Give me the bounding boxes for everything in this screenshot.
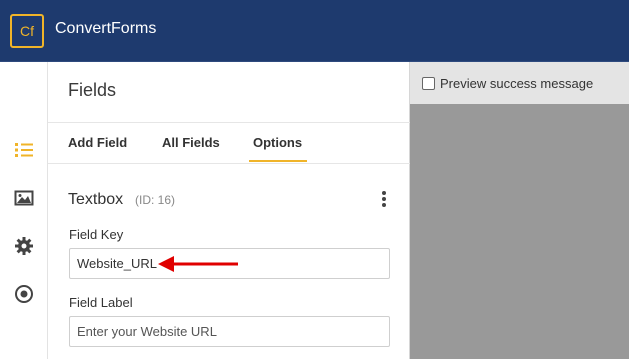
field-label-label: Field Label [69, 295, 133, 310]
image-icon[interactable] [13, 187, 35, 209]
field-key-label: Field Key [69, 227, 124, 242]
panel-title: Fields [68, 80, 117, 100]
logo-text: Cf [20, 23, 34, 39]
gear-icon[interactable] [13, 235, 35, 257]
tab-options[interactable]: Options [253, 135, 302, 150]
tab-add-field[interactable]: Add Field [68, 135, 127, 150]
preview-success-label[interactable]: Preview success message [440, 76, 593, 91]
tab-all-fields[interactable]: All Fields [162, 135, 220, 150]
preview-success-checkbox[interactable] [422, 77, 435, 90]
active-tab-indicator [249, 160, 307, 162]
annotation-arrow-icon [158, 256, 238, 272]
preview-toolbar: Preview success message [410, 62, 629, 104]
brand-name: ConvertForms [55, 20, 157, 37]
logo[interactable]: Cf [10, 14, 44, 48]
divider [48, 163, 410, 164]
target-icon[interactable] [13, 283, 35, 305]
more-options-icon[interactable] [380, 191, 388, 207]
divider [48, 122, 410, 123]
list-icon[interactable] [13, 139, 35, 161]
side-rail [0, 62, 48, 359]
field-type-title: Textbox [68, 191, 124, 208]
preview-area: Preview success message [410, 62, 629, 359]
fields-panel: Fields Add Field All Fields Options Text… [48, 62, 410, 359]
field-id: (ID: 16) [135, 193, 176, 207]
top-bar: Cf ConvertForms [0, 0, 629, 62]
field-label-input[interactable] [69, 316, 390, 347]
